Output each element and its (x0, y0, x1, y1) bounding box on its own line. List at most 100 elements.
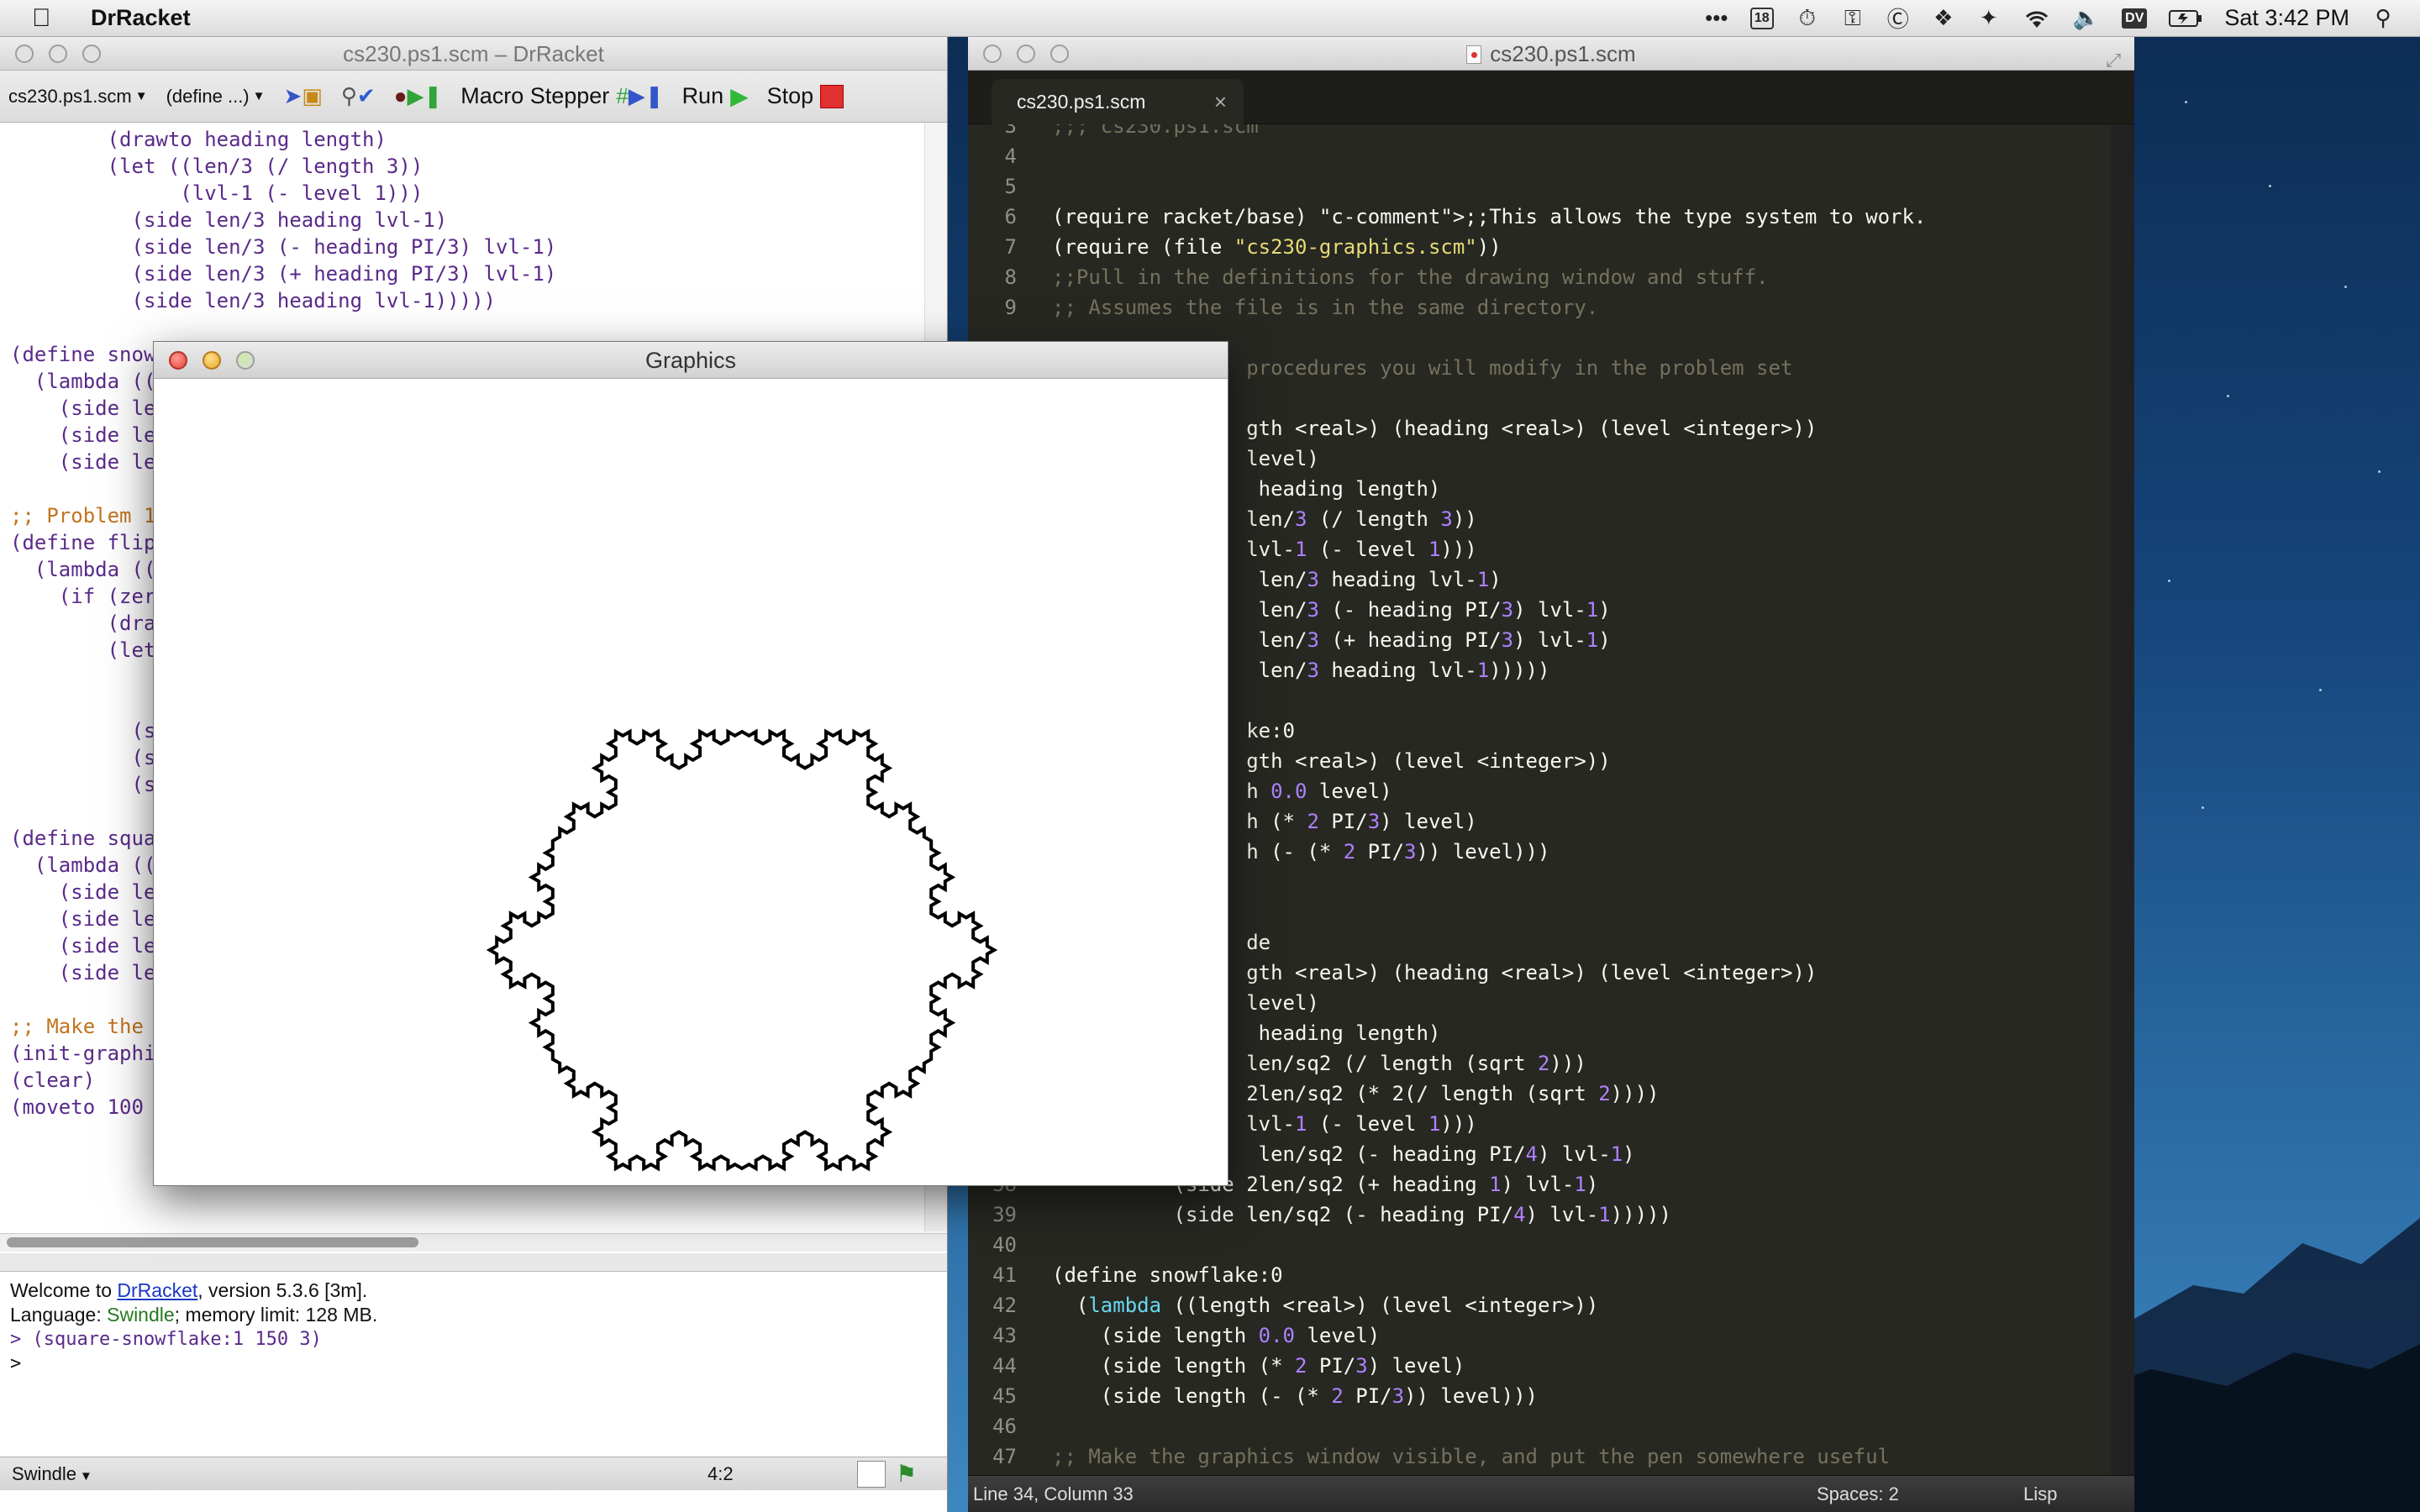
pane-divider[interactable] (0, 1253, 947, 1272)
ellipsis-icon[interactable]: ••• (1705, 5, 1728, 32)
drracket-toolbar: cs230.ps1.scm ▼ (define ...) ▼ ➤ ▣ ⚲ ✔ ● ▶❚ M… (0, 71, 947, 123)
run-button[interactable]: Run ▶ (682, 82, 749, 110)
timer-icon[interactable]: ⏱ (1796, 5, 1819, 32)
bluetooth-icon[interactable]: ✦ (1977, 5, 2001, 32)
stop-button[interactable]: Stop (767, 83, 844, 109)
indentation-setting[interactable]: Spaces: 2 (1817, 1476, 1899, 1512)
drracket-link[interactable]: DrRacket (117, 1279, 197, 1301)
magnifier-icon: ⚲ (340, 83, 357, 108)
arrow-right-icon: ➤ (283, 83, 302, 108)
file-menu-label: cs230.ps1.scm (8, 85, 132, 107)
code-line: ;;; cs230.ps1.scm (1052, 124, 1259, 138)
save-button[interactable]: ➤ ▣ (284, 83, 323, 109)
drracket-status-bar: Swindle ▼ 4:2 ⚑ (0, 1457, 947, 1490)
editor-scrollbar[interactable] (2111, 124, 2134, 1494)
line-number: 3 (1004, 124, 1017, 138)
line-number: 40 (992, 1233, 1017, 1257)
code-line: (lambda (( (10, 853, 156, 877)
app-name-menu[interactable]: DrRacket (91, 5, 191, 31)
sublime-title-bar[interactable]: cs230.ps1.scm ⤢ (968, 37, 2134, 71)
code-line: (lambda (( (10, 558, 156, 581)
close-button[interactable] (169, 350, 187, 370)
tab-cs230-ps1[interactable]: cs230.ps1.scm × (992, 79, 1244, 124)
code-line: (let (10, 638, 156, 662)
apple-icon[interactable]:  (32, 4, 66, 33)
graphics-window: Graphics (153, 341, 1228, 1186)
welcome-line: Welcome to DrRacket, version 5.3.6 [3m]. (10, 1278, 914, 1303)
define-menu-button[interactable]: (define ...) ▼ (166, 86, 266, 108)
e-icon[interactable]: Ⓒ (1886, 5, 1910, 32)
code-line: (side len/3 heading lvl-1) (10, 208, 448, 232)
code-line: (define snow (10, 343, 156, 366)
clock[interactable]: Sat 3:42 PM (2224, 5, 2349, 31)
close-button[interactable] (15, 44, 34, 63)
code-line: (s (10, 719, 156, 743)
dropbox-icon[interactable]: ❖ (1932, 5, 1955, 32)
code-line: (side len/3 (+ heading PI/3) lvl-1) (10, 262, 557, 286)
code-line: (s (10, 773, 156, 796)
code-line: (define squa (10, 827, 156, 850)
language-selector[interactable]: Swindle ▼ (12, 1463, 92, 1485)
macro-stepper-label: Macro Stepper (460, 83, 610, 108)
close-button[interactable] (983, 44, 1002, 63)
scroll-thumb[interactable] (7, 1237, 418, 1247)
code-line: (require (file "cs230-graphics.scm")) (1052, 235, 1502, 259)
calendar-icon[interactable]: 18 (1749, 7, 1774, 29)
code-line: (side len/sq2 (- heading PI/4) lvl-1))))… (1052, 1203, 1671, 1226)
graphics-title-bar[interactable]: Graphics (154, 342, 1228, 379)
code-line: (side le (10, 396, 156, 420)
repl-prompt[interactable]: > (10, 1352, 914, 1376)
macro-stepper-button[interactable]: Macro Stepper # ▶❚ (460, 83, 663, 109)
line-number: 7 (1004, 235, 1017, 259)
battery-icon[interactable] (2169, 5, 2202, 32)
window-controls (15, 37, 101, 70)
volume-icon[interactable]: 🔈 (2073, 5, 2100, 32)
code-line: (side length (- (* 2 PI/3)) level))) (1052, 1384, 1538, 1408)
line-number: 41 (992, 1263, 1017, 1287)
code-line: (if (zer (10, 585, 156, 608)
code-line: ;;Pull in the definitions for the drawin… (1052, 265, 1769, 289)
spotlight-icon[interactable]: ⚲ (2371, 5, 2395, 32)
cursor-position: 4:2 (708, 1462, 734, 1484)
tab-label: cs230.ps1.scm (1017, 91, 1146, 113)
language-line: Language: Swindle; memory limit: 128 MB. (10, 1303, 914, 1327)
drracket-title-bar[interactable]: cs230.ps1.scm – DrRacket (0, 37, 947, 71)
welcome-prefix: Welcome to (10, 1279, 118, 1301)
zoom-button[interactable] (1050, 44, 1069, 63)
code-line: (side len/3 heading lvl-1))))) (10, 289, 496, 312)
code-line: (define flip (10, 531, 156, 554)
repl-prompt-history: > (square-snowflake:1 150 3) (10, 1329, 322, 1350)
minimize-button[interactable] (1017, 44, 1035, 63)
zoom-button[interactable] (82, 44, 101, 63)
save-icon: ▣ (302, 83, 323, 108)
code-line: ;; Make the (10, 1015, 156, 1038)
close-icon[interactable]: × (1214, 79, 1227, 124)
step-icon: ▶❚ (407, 83, 443, 108)
code-line: (clear) (10, 1068, 96, 1092)
key-icon[interactable]: ⚿ (1841, 5, 1865, 32)
running-man-icon: ⚑ (896, 1461, 918, 1487)
run-label: Run (681, 83, 724, 108)
file-menu-button[interactable]: cs230.ps1.scm ▼ (8, 86, 148, 108)
check-syntax-button[interactable]: ⚲ ✔ (341, 83, 376, 109)
minimize-button[interactable] (49, 44, 67, 63)
drawing-canvas (486, 728, 998, 1172)
zoom-button[interactable] (236, 350, 255, 370)
debug-button[interactable]: ● ▶❚ (394, 83, 443, 109)
code-line: (side le (10, 450, 156, 474)
code-line: (drawto heading length) (10, 128, 387, 151)
code-line: (let ((len/3 (/ length 3)) (10, 155, 424, 178)
gc-indicator (857, 1460, 886, 1488)
snowflake-drawing (486, 728, 998, 1172)
chevron-down-icon: ▼ (134, 89, 148, 103)
line-number: 6 (1004, 205, 1017, 228)
wifi-icon[interactable] (2023, 5, 2051, 32)
definitions-horizontal-scrollbar[interactable] (0, 1233, 947, 1252)
line-number: 8 (1004, 265, 1017, 289)
window-controls (983, 37, 1069, 70)
code-line: (draw (10, 612, 168, 635)
dv-icon[interactable]: DV (2122, 8, 2148, 29)
minimize-button[interactable] (203, 350, 221, 370)
syntax-selector[interactable]: Lisp (2023, 1476, 2057, 1512)
line-number: 46 (992, 1415, 1017, 1438)
